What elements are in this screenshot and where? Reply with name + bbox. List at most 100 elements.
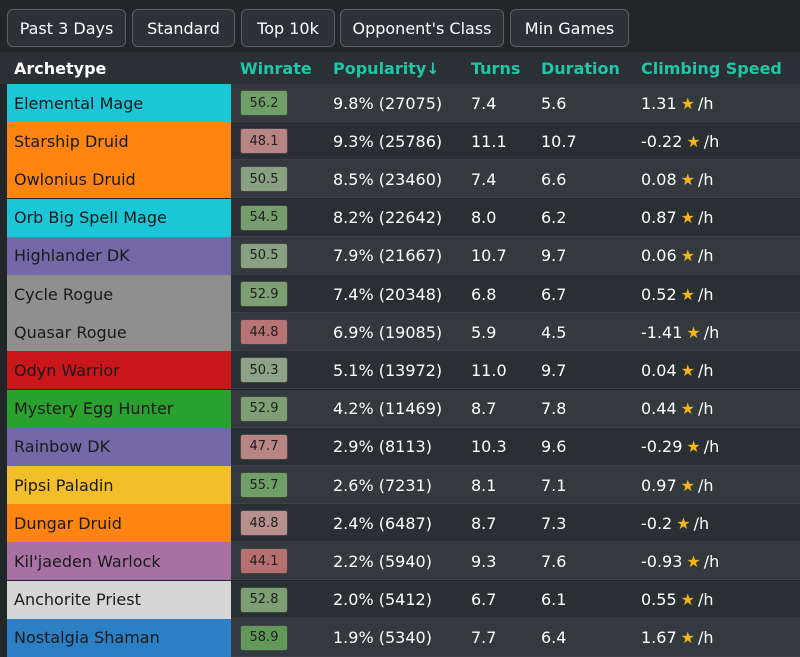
archetype-name[interactable]: Elemental Mage bbox=[7, 84, 231, 122]
filter-button-standard[interactable]: Standard bbox=[132, 9, 235, 47]
column-header-archetype[interactable]: Archetype bbox=[14, 59, 106, 78]
table-row[interactable]: Owlonius Druid 50.5 8.5% (23460) 7.4 6.6 0.08… bbox=[0, 160, 800, 199]
winrate-badge: 44.1 bbox=[240, 548, 288, 575]
archetype-name[interactable]: Highlander DK bbox=[7, 236, 231, 275]
popularity-value: 8.2% (22642) bbox=[333, 208, 443, 228]
winrate-badge: 56.2 bbox=[240, 90, 288, 116]
turns-value: 6.7 bbox=[471, 590, 497, 610]
popularity-value: 2.6% (7231) bbox=[333, 475, 432, 495]
table-row[interactable]: Rainbow DK 47.7 2.9% (8113) 10.3 9.6 -0.29 ★/h bbox=[0, 427, 800, 466]
table-row[interactable]: Nostalgia Shaman 58.9 1.9% (5340) 7.7 6.4 1.6… bbox=[0, 618, 800, 657]
climbing-speed-unit: /h bbox=[697, 93, 714, 113]
turns-value: 7.4 bbox=[471, 93, 497, 113]
row-stats: 52.8 2.0% (5412) 6.7 6.1 0.55 ★/h bbox=[231, 580, 800, 619]
archetype-name[interactable]: Dungar Druid bbox=[7, 504, 231, 543]
popularity-value: 8.5% (23460) bbox=[333, 169, 443, 189]
climbing-speed-unit: /h bbox=[697, 399, 714, 419]
duration-value: 10.7 bbox=[541, 131, 577, 151]
winrate-badge: 48.1 bbox=[240, 128, 288, 155]
filter-button-opponent-s-class[interactable]: Opponent's Class bbox=[340, 9, 504, 47]
winrate-badge: 54.5 bbox=[240, 204, 288, 231]
climbing-speed-cell: 0.52 ★/h bbox=[641, 275, 714, 313]
column-header-winrate[interactable]: Winrate bbox=[240, 59, 312, 78]
archetype-name[interactable]: Nostalgia Shaman bbox=[7, 618, 231, 657]
duration-value: 7.6 bbox=[541, 551, 567, 571]
climbing-speed-value: -0.29 bbox=[641, 437, 683, 457]
star-icon: ★ bbox=[686, 551, 701, 571]
turns-value: 11.1 bbox=[471, 131, 507, 151]
column-header-turns[interactable]: Turns bbox=[471, 59, 520, 78]
climbing-speed-unit: /h bbox=[703, 551, 720, 571]
column-header-duration[interactable]: Duration bbox=[541, 59, 620, 78]
table-row[interactable]: Quasar Rogue 44.8 6.9% (19085) 5.9 4.5 -1.41 ★… bbox=[0, 313, 800, 352]
climbing-speed-value: 0.04 bbox=[641, 360, 677, 380]
duration-value: 4.5 bbox=[541, 322, 567, 342]
row-stats: 58.9 1.9% (5340) 7.7 6.4 1.67 ★/h bbox=[231, 618, 800, 657]
duration-value: 6.7 bbox=[541, 284, 567, 304]
climbing-speed-cell: -0.2 ★/h bbox=[641, 504, 709, 542]
table-row[interactable]: Pipsi Paladin 55.7 2.6% (7231) 8.1 7.1 0.97 ★ /… bbox=[0, 466, 800, 504]
column-header-climbing-speed[interactable]: Climbing Speed bbox=[641, 59, 782, 78]
table-row[interactable]: Starship Druid 48.1 9.3% (25786) 11.1 10.7 -0… bbox=[0, 122, 800, 161]
table-row[interactable]: Mystery Egg Hunter 52.9 4.2% (11469) 8.7 7.8… bbox=[0, 389, 800, 428]
climbing-speed-unit: /h bbox=[697, 284, 714, 304]
table-row[interactable]: Odyn Warrior 50.3 5.1% (13972) 11.0 9.7 0.04 ★… bbox=[0, 351, 800, 390]
turns-value: 9.3 bbox=[471, 551, 497, 571]
archetype-name[interactable]: Kil'jaeden Warlock bbox=[7, 542, 231, 581]
row-stats: 56.2 9.8% (27075) 7.4 5.6 1.31 ★/h bbox=[231, 84, 800, 122]
filter-button-min-games[interactable]: Min Games bbox=[510, 9, 629, 47]
star-icon: ★ bbox=[686, 322, 701, 342]
climbing-speed-value: -0.93 bbox=[641, 551, 683, 571]
climbing-speed-value: -1.41 bbox=[641, 322, 683, 342]
table-row[interactable]: Kil'jaeden Warlock 44.1 2.2% (5940) 9.3 7.6 -… bbox=[0, 542, 800, 581]
climbing-speed-unit: /h bbox=[697, 208, 714, 228]
archetype-name[interactable]: Mystery Egg Hunter bbox=[7, 389, 231, 428]
turns-value: 5.9 bbox=[471, 322, 497, 342]
column-header-popularity[interactable]: Popularity↓ bbox=[333, 59, 440, 78]
archetype-name[interactable]: Rainbow DK bbox=[7, 427, 231, 466]
table-row[interactable]: Dungar Druid 48.8 2.4% (6487) 8.7 7.3 -0.2 ★/h bbox=[0, 504, 800, 543]
table-row[interactable]: Orb Big Spell Mage 54.5 8.2% (22642) 8.0 6.2… bbox=[0, 198, 800, 237]
row-stats: 48.1 9.3% (25786) 11.1 10.7 -0.22 ★/h bbox=[231, 122, 800, 161]
row-stats: 50.3 5.1% (13972) 11.0 9.7 0.04 ★/h bbox=[231, 351, 800, 390]
archetype-name[interactable]: Cycle Rogue bbox=[7, 275, 231, 313]
row-stats: 54.5 8.2% (22642) 8.0 6.2 0.87 ★/h bbox=[231, 198, 800, 237]
filter-button-top-10k[interactable]: Top 10k bbox=[241, 9, 335, 47]
duration-value: 9.7 bbox=[541, 360, 567, 380]
climbing-speed-value: 0.52 bbox=[641, 284, 677, 304]
table-row[interactable]: Cycle Rogue 52.9 7.4% (20348) 6.8 6.7 0.52 ★/h bbox=[0, 275, 800, 313]
popularity-value: 4.2% (11469) bbox=[333, 399, 443, 419]
archetype-name[interactable]: Orb Big Spell Mage bbox=[7, 198, 231, 237]
table-row[interactable]: Elemental Mage 56.2 9.8% (27075) 7.4 5.6 1.31… bbox=[0, 84, 800, 122]
winrate-badge: 58.9 bbox=[240, 624, 288, 651]
climbing-speed-cell: 0.06 ★/h bbox=[641, 237, 714, 275]
archetype-name[interactable]: Pipsi Paladin bbox=[7, 466, 231, 504]
table-row[interactable]: Anchorite Priest 52.8 2.0% (5412) 6.7 6.1 0.5… bbox=[0, 580, 800, 619]
turns-value: 7.7 bbox=[471, 628, 497, 648]
winrate-badge: 50.3 bbox=[240, 357, 288, 384]
archetype-name[interactable]: Quasar Rogue bbox=[7, 313, 231, 352]
climbing-speed-value: -0.2 bbox=[641, 513, 673, 533]
row-stats: 50.5 8.5% (23460) 7.4 6.6 0.08 ★/h bbox=[231, 160, 800, 199]
star-icon: ★ bbox=[680, 475, 695, 495]
archetype-name[interactable]: Odyn Warrior bbox=[7, 351, 231, 390]
archetype-name[interactable]: Anchorite Priest bbox=[7, 580, 231, 619]
winrate-badge: 52.9 bbox=[240, 281, 288, 307]
popularity-value: 9.3% (25786) bbox=[333, 131, 443, 151]
duration-value: 5.6 bbox=[541, 93, 567, 113]
star-icon: ★ bbox=[686, 131, 701, 151]
table-row[interactable]: Highlander DK 50.5 7.9% (21667) 10.7 9.7 0.06… bbox=[0, 236, 800, 275]
row-stats: 44.1 2.2% (5940) 9.3 7.6 -0.93 ★/h bbox=[231, 542, 800, 581]
climbing-speed-cell: 0.97 ★/h bbox=[641, 466, 714, 504]
climbing-speed-unit: /h bbox=[697, 590, 714, 610]
winrate-badge: 52.9 bbox=[240, 395, 288, 422]
filter-button-past-3-days[interactable]: Past 3 Days bbox=[7, 9, 126, 47]
turns-value: 11.0 bbox=[471, 360, 507, 380]
star-icon: ★ bbox=[680, 628, 695, 648]
row-stats: 50.5 7.9% (21667) 10.7 9.7 0.06 ★/h bbox=[231, 236, 800, 275]
archetype-name[interactable]: Owlonius Druid bbox=[7, 160, 231, 199]
archetype-name[interactable]: Starship Druid bbox=[7, 122, 231, 161]
popularity-value: 2.2% (5940) bbox=[333, 551, 432, 571]
winrate-badge: 55.7 bbox=[240, 472, 288, 498]
duration-value: 7.8 bbox=[541, 399, 567, 419]
